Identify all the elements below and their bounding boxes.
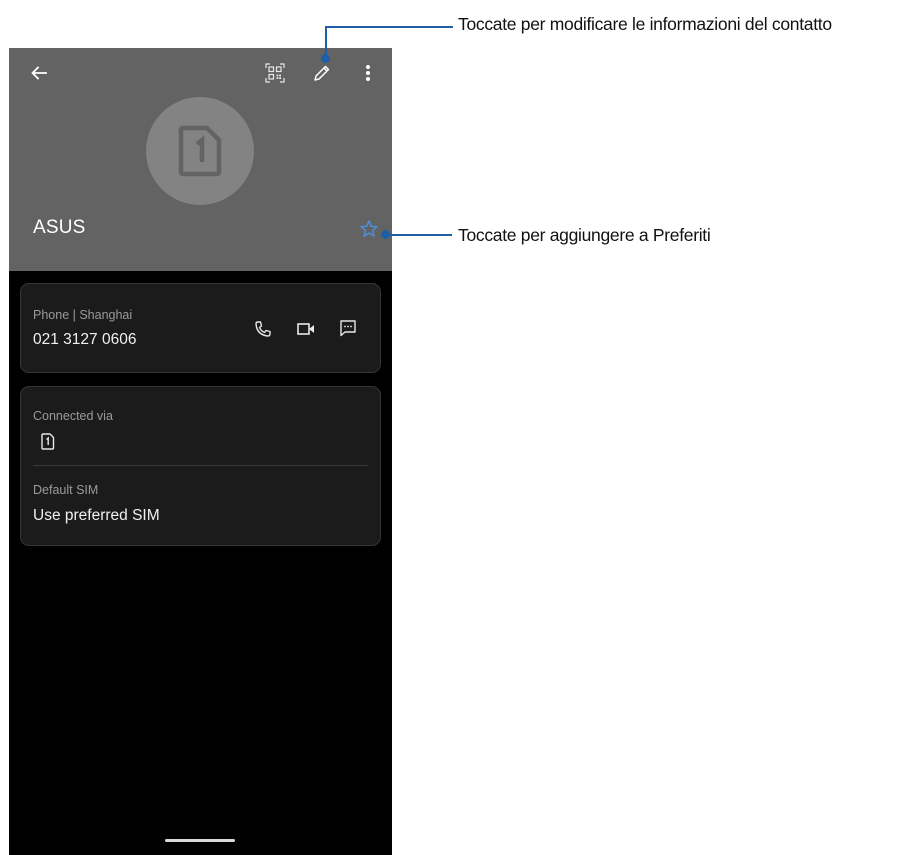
phone-number: 021 3127 0606 [33,331,137,348]
back-button[interactable] [25,59,53,87]
default-sim-value[interactable]: Use preferred SIM [33,507,160,525]
edit-callout-text: Toccate per modificare le informazioni d… [458,14,832,34]
arrow-back-icon [31,66,47,80]
pencil-icon [314,65,330,81]
favorite-callout-line [385,234,452,236]
favorite-button[interactable] [355,215,383,243]
phone-label: Phone | Shanghai [33,308,133,322]
card-divider [33,465,368,466]
default-sim-label: Default SIM [33,483,99,497]
edit-callout-horizontal-line [325,26,453,28]
video-call-icon [297,323,314,335]
home-indicator[interactable] [165,839,235,842]
favorite-callout-text: Toccate per aggiungere a Preferiti [458,225,711,245]
more-vert-icon [366,65,370,81]
phone-screen: ASUS Phone | Shanghai 021 3127 0606 Conn… [9,48,392,855]
edit-button[interactable] [308,59,336,87]
contact-name: ASUS [33,217,86,238]
sim-card-1-icon [41,433,55,450]
message-button[interactable] [336,316,360,340]
phone-icon [255,321,271,337]
message-icon [340,320,356,337]
sim-info-card: Connected via Default SIM Use preferred … [20,386,381,546]
qr-code-button[interactable] [261,59,289,87]
edit-callout-dot [321,54,330,63]
connected-sim-indicator [41,433,57,451]
favorite-callout-dot [381,230,390,239]
contact-header: ASUS [9,48,392,271]
connected-via-label: Connected via [33,409,113,423]
contact-avatar [146,97,254,205]
call-button[interactable] [251,317,275,341]
video-call-button[interactable] [294,317,318,341]
qr-code-icon [265,63,285,83]
star-outline-icon [360,220,378,237]
phone-number-card[interactable]: Phone | Shanghai 021 3127 0606 [20,283,381,373]
sim-card-1-icon [178,125,222,177]
more-options-button[interactable] [354,59,382,87]
